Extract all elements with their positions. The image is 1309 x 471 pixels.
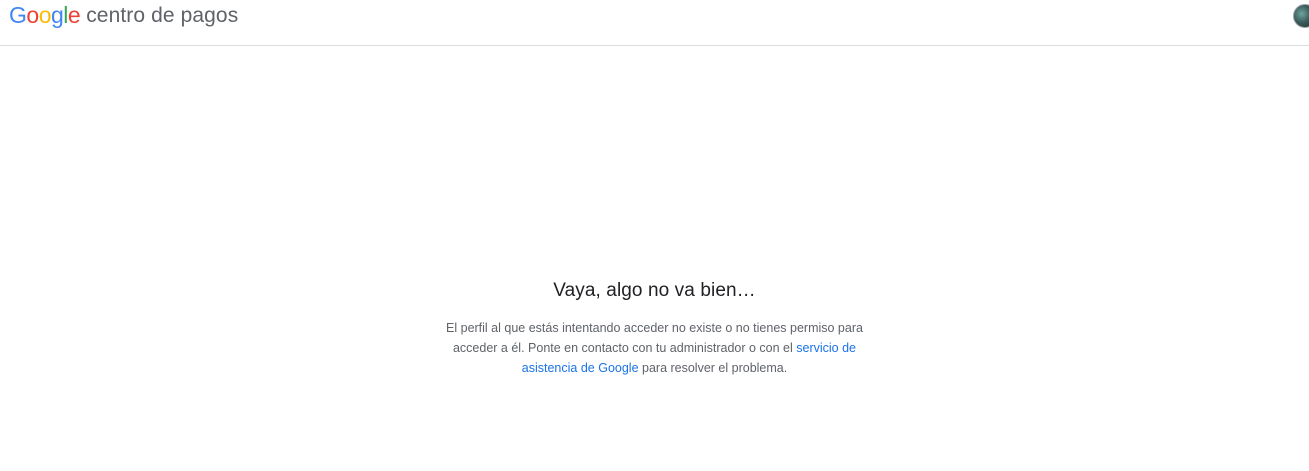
logo-letter: g	[50, 1, 64, 28]
logo-letter: G	[9, 1, 27, 28]
logo-letter: o	[26, 1, 39, 28]
logo-letter: o	[38, 1, 52, 28]
error-message: El perfil al que estás intentando accede…	[445, 318, 865, 378]
logo-letter: e	[67, 1, 81, 28]
google-logo: Google	[9, 1, 81, 28]
account-avatar-icon[interactable]	[1293, 4, 1309, 28]
error-title: Vaya, algo no va bien…	[553, 280, 756, 301]
brand[interactable]: Google centro de pagos	[9, 0, 238, 30]
top-app-bar: Google centro de pagos	[0, 0, 1309, 46]
product-name: centro de pagos	[86, 3, 239, 27]
error-panel: Vaya, algo no va bien… El perfil al que …	[0, 272, 1309, 378]
error-message-tail: para resolver el problema.	[638, 361, 788, 375]
